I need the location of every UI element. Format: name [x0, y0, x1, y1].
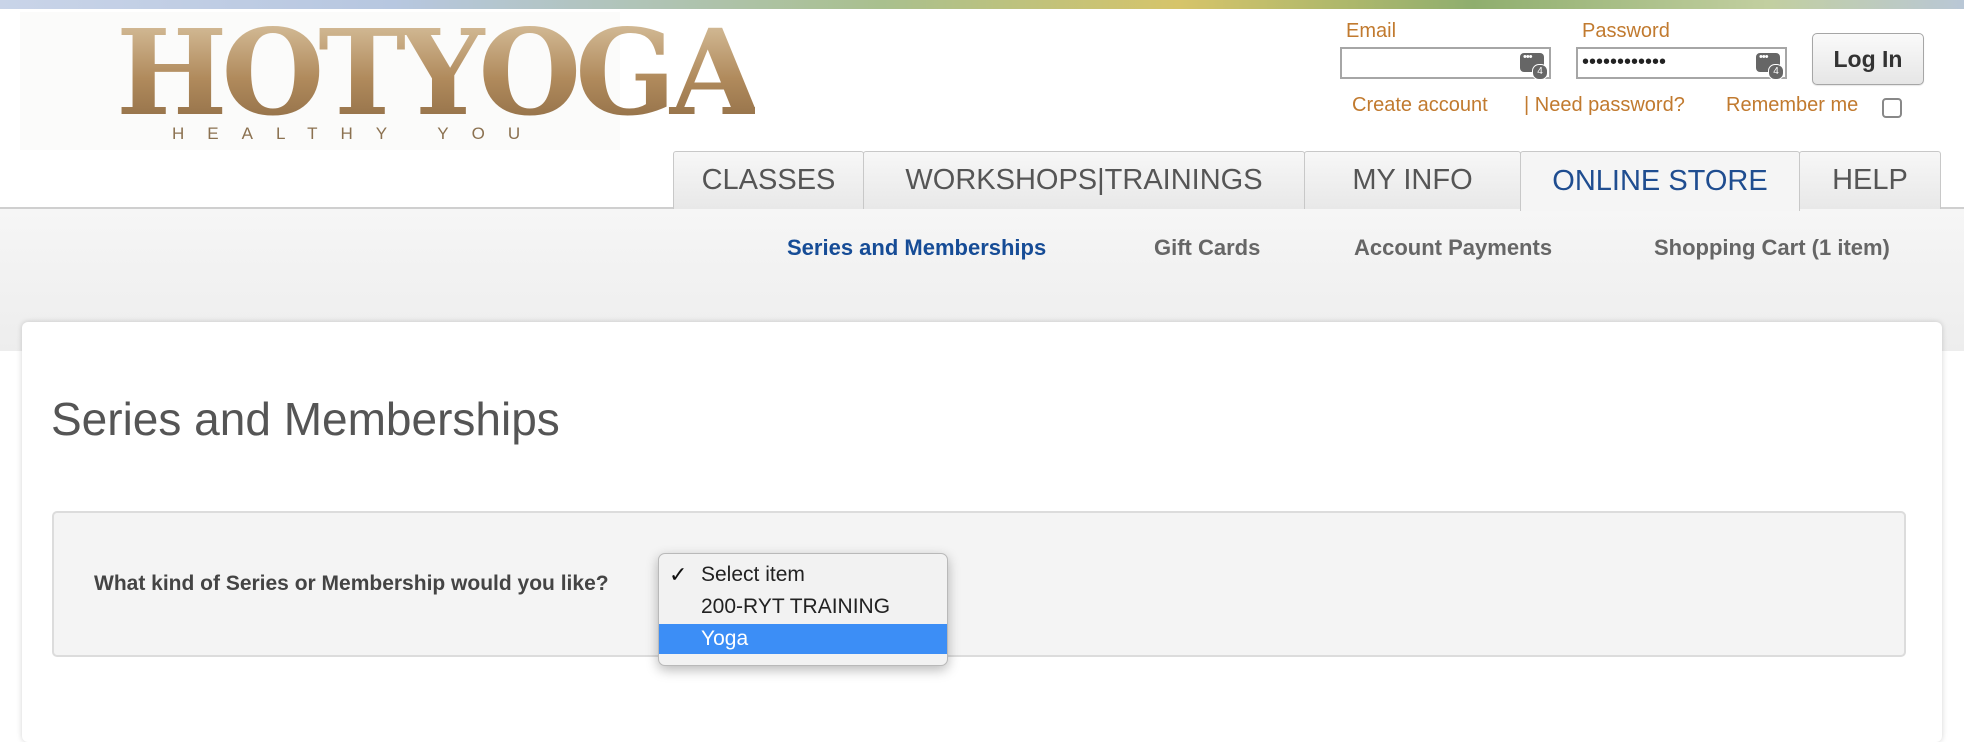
- option-label: 200-RYT TRAINING: [701, 595, 891, 618]
- subnav-gift-cards[interactable]: Gift Cards: [1154, 235, 1260, 261]
- series-question-label: What kind of Series or Membership would …: [94, 572, 609, 595]
- subnav-account-payments[interactable]: Account Payments: [1354, 235, 1552, 261]
- series-type-dropdown-menu[interactable]: ✓ Select item 200-RYT TRAINING Yoga: [658, 553, 948, 666]
- remember-me-label: Remember me: [1726, 94, 1859, 116]
- option-label: Select item: [701, 563, 805, 586]
- checkmark-icon: ✓: [669, 562, 688, 587]
- tab-help[interactable]: HELP: [1799, 151, 1941, 209]
- tab-online-store[interactable]: ONLINE STORE: [1520, 151, 1800, 211]
- remember-me-checkbox[interactable]: [1882, 98, 1902, 118]
- logo-wordmark: HOTYOGA: [116, 3, 761, 142]
- hotyoga-logo[interactable]: HOTYOGA HEALTHY YOU: [20, 12, 761, 150]
- page-title: Series and Memberships: [51, 393, 560, 445]
- option-label: Yoga: [701, 627, 749, 650]
- password-value: ••••••••••••: [1582, 51, 1667, 73]
- login-button[interactable]: Log In: [1812, 33, 1924, 85]
- dropdown-option-200-ryt-training[interactable]: 200-RYT TRAINING: [659, 592, 947, 622]
- password-key-icon[interactable]: [1756, 51, 1784, 80]
- password-key-icon[interactable]: [1520, 51, 1548, 80]
- logo-tagline: HEALTHY YOU: [172, 124, 544, 143]
- tab-workshops-trainings[interactable]: WORKSHOPS|TRAININGS: [863, 151, 1305, 209]
- tab-my-info[interactable]: MY INFO: [1304, 151, 1521, 209]
- password-field[interactable]: ••••••••••••: [1576, 47, 1787, 80]
- email-field[interactable]: [1340, 47, 1551, 80]
- dropdown-option-select-item[interactable]: ✓ Select item: [659, 560, 947, 590]
- tab-classes[interactable]: CLASSES: [673, 151, 864, 209]
- dropdown-option-yoga[interactable]: Yoga: [659, 624, 947, 654]
- subnav-shopping-cart[interactable]: Shopping Cart (1 item): [1654, 235, 1890, 261]
- password-label: Password: [1582, 20, 1670, 42]
- subnav-series-memberships[interactable]: Series and Memberships: [787, 235, 1046, 261]
- create-account-link[interactable]: Create account: [1352, 94, 1488, 117]
- need-password-link[interactable]: | Need password?: [1524, 94, 1685, 117]
- email-label: Email: [1346, 20, 1397, 42]
